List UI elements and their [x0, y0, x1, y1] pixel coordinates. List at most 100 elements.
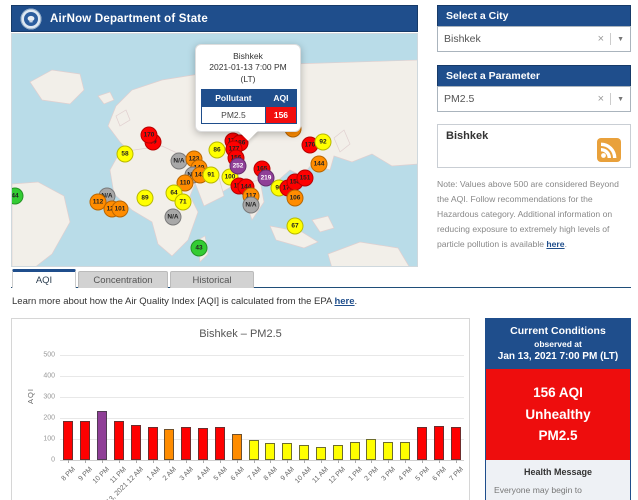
chart-bar[interactable] [383, 442, 393, 460]
aqi-map-marker[interactable]: 170 [141, 127, 158, 144]
chart-bar[interactable] [265, 443, 275, 460]
health-message-title: Health Message [494, 467, 622, 477]
aqi-map-marker[interactable]: N/A [243, 197, 260, 214]
chart-x-tick [355, 460, 356, 463]
aqi-map-marker[interactable]: 67 [287, 218, 304, 235]
chart-bar[interactable] [80, 421, 90, 460]
chart-x-tick [388, 460, 389, 463]
chart-bar[interactable] [333, 445, 343, 460]
chart-y-tick-label: 0 [51, 457, 60, 464]
aqi-map-marker[interactable]: 86 [209, 142, 226, 159]
clear-city-icon[interactable]: × [592, 33, 611, 45]
aqi-map-marker[interactable]: 92 [315, 134, 332, 151]
chart-bar[interactable] [366, 439, 376, 460]
chart-x-tick-label: 2 PM [364, 466, 381, 483]
chart-x-tick [68, 460, 69, 463]
aqi-map-marker[interactable]: N/A [165, 209, 182, 226]
chart-bar[interactable] [232, 434, 242, 460]
chart-x-tick-label: 1 PM [347, 466, 364, 483]
chart-x-tick [85, 460, 86, 463]
rss-icon[interactable] [597, 138, 621, 162]
chart-gridline [60, 460, 464, 461]
chart-x-tick-label: 4 AM [196, 466, 212, 482]
chart-x-tick-label: 8 AM [263, 466, 279, 482]
city-select[interactable]: Bishkek × ▼ [437, 26, 631, 52]
chart-bar[interactable] [215, 427, 225, 460]
tab-concentration[interactable]: Concentration [78, 271, 168, 288]
chart-bar[interactable] [316, 447, 326, 460]
current-aqi-category: Unhealthy [490, 404, 626, 426]
chart-x-tick [186, 460, 187, 463]
chart-y-axis-label: AQI [26, 388, 35, 404]
health-message: Health Message Everyone may begin to exp… [486, 460, 630, 500]
note-here-link[interactable]: here [546, 239, 564, 249]
chart-bar[interactable] [249, 440, 259, 460]
chart-bar[interactable] [400, 442, 410, 460]
aqi-map-marker[interactable]: 91 [203, 167, 220, 184]
aqi-map-marker[interactable]: 101 [112, 201, 129, 218]
chevron-down-icon[interactable]: ▼ [611, 96, 624, 103]
aqi-map-marker[interactable]: 89 [137, 190, 154, 207]
epa-here-link[interactable]: here [334, 296, 354, 307]
chart-bar[interactable] [299, 445, 309, 460]
chart-bar[interactable] [282, 443, 292, 460]
aqi-map-marker[interactable]: 106 [287, 190, 304, 207]
chart-x-tick [371, 460, 372, 463]
parameter-select[interactable]: PM2.5 × ▼ [437, 86, 631, 112]
clear-parameter-icon[interactable]: × [592, 93, 611, 105]
aqi-map-marker[interactable]: 144 [311, 156, 328, 173]
chart-x-tick [338, 460, 339, 463]
world-map[interactable]: 588917086N/A123149N/A14191110648971N/AN/… [11, 33, 418, 267]
popup-aqi-value: 156 [265, 107, 296, 124]
aqi-map-marker[interactable]: 151 [297, 170, 314, 187]
chart-bar[interactable] [148, 427, 158, 460]
chart-x-tick-label: 3 AM [179, 466, 195, 482]
chevron-down-icon[interactable]: ▼ [611, 36, 624, 43]
chart-x-tick-label: 1 AM [145, 466, 161, 482]
feed-city-title: Bishkek [446, 130, 622, 142]
chart-bar[interactable] [417, 427, 427, 460]
chart-bar[interactable] [97, 411, 107, 460]
rss-feed-box: Bishkek [437, 124, 631, 168]
chart-bar[interactable] [164, 429, 174, 460]
chart-y-tick-label: 200 [43, 415, 60, 422]
chart-bar[interactable] [434, 426, 444, 460]
chart-plot: 01002003004005008 PM9 PM10 PM11 PMJan 13… [60, 355, 464, 460]
chart-x-tick [102, 460, 103, 463]
chart-bar[interactable] [63, 421, 73, 460]
map-popup[interactable]: Bishkek 2021-01-13 7:00 PM (LT) Pollutan… [195, 44, 301, 132]
current-conditions-header: Current Conditions observed at Jan 13, 2… [486, 319, 630, 369]
chart-bar[interactable] [114, 421, 124, 460]
chart-y-tick-label: 500 [43, 352, 60, 359]
chart-bar[interactable] [198, 428, 208, 460]
current-conditions-panel: Current Conditions observed at Jan 13, 2… [485, 318, 631, 500]
popup-col-pollutant: Pollutant [202, 90, 266, 107]
chart-x-tick-label: 10 PM [92, 466, 111, 485]
app-header: AirNow Department of State [11, 5, 418, 32]
current-aqi-value: 156 AQI [490, 382, 626, 404]
tab-historical[interactable]: Historical [170, 271, 254, 288]
chart-x-tick-label: 3 PM [381, 466, 398, 483]
chart-x-tick-label: 6 AM [229, 466, 245, 482]
aqi-map-marker[interactable]: 43 [191, 240, 208, 257]
popup-timezone: (LT) [201, 74, 295, 85]
chart-x-tick-label: 6 PM [431, 466, 448, 483]
select-city-header: Select a City [437, 5, 631, 26]
chart-bar[interactable] [181, 427, 191, 460]
chart-gridline [60, 355, 464, 356]
chart-x-tick [119, 460, 120, 463]
chart-x-tick [237, 460, 238, 463]
aqi-map-marker[interactable]: 71 [175, 194, 192, 211]
chart-x-tick-label: 11 AM [311, 466, 330, 485]
aqi-map-marker[interactable]: 252 [230, 158, 247, 175]
aqi-map-marker[interactable]: 58 [117, 146, 134, 163]
chart-bar[interactable] [451, 427, 461, 460]
chart-bar[interactable] [350, 442, 360, 460]
chart-y-tick-label: 100 [43, 436, 60, 443]
learn-more-text: Learn more about how the Air Quality Ind… [12, 296, 357, 307]
chart-bar[interactable] [131, 425, 141, 460]
observed-datetime: Jan 13, 2021 7:00 PM (LT) [490, 351, 626, 362]
beyond-aqi-note: Note: Values above 500 are considered Be… [437, 177, 631, 252]
chart-x-tick [136, 460, 137, 463]
tab-aqi[interactable]: AQI [12, 269, 76, 288]
